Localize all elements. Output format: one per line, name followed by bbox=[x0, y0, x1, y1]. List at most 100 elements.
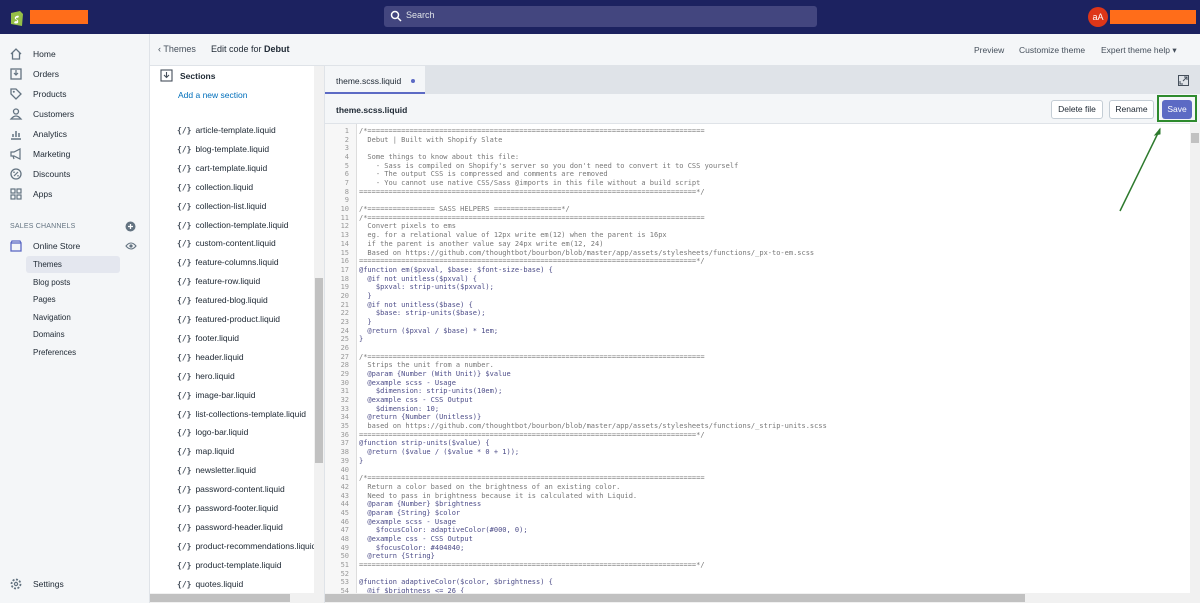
code-editor-panel: theme.scss.liquid theme.scss.liquid Dele… bbox=[325, 66, 1200, 603]
file-list-item[interactable]: {/} cart-template.liquid bbox=[177, 163, 267, 180]
sidebar-item-customers[interactable]: Customers bbox=[0, 105, 150, 123]
file-list-item[interactable]: {/} list-collections-template.liquid bbox=[177, 409, 306, 426]
liquid-file-icon: {/} bbox=[177, 201, 192, 211]
sidebar-item-apps[interactable]: Apps bbox=[0, 185, 150, 203]
sidebar-subitem-navigation[interactable]: Navigation bbox=[26, 309, 120, 326]
sidebar-subitem-themes[interactable]: Themes bbox=[26, 256, 120, 273]
line-number: 3 bbox=[344, 144, 349, 153]
file-list-item[interactable]: {/} collection-template.liquid bbox=[177, 220, 289, 237]
code-line: if the parent is another value say 24px … bbox=[359, 239, 604, 248]
back-to-themes-link[interactable]: ‹ Themes bbox=[158, 44, 196, 54]
editor-scrollbar[interactable] bbox=[1190, 123, 1200, 593]
add-channel-icon[interactable] bbox=[125, 221, 136, 232]
shopify-logo-icon[interactable] bbox=[9, 8, 25, 27]
code-line: - Sass is compiled on Shopify's server s… bbox=[359, 161, 739, 170]
code-area[interactable]: 1 2 3 4 5 6 7 8 9 10 11 12 13 14 15 16 17 18 19 20 21 22 23 24 2… bbox=[325, 123, 1200, 593]
user-name-redacted[interactable] bbox=[1110, 10, 1196, 24]
store-name-redacted[interactable] bbox=[30, 10, 88, 24]
preview-link[interactable]: Preview bbox=[974, 45, 1004, 55]
file-list-item[interactable]: {/} password-header.liquid bbox=[177, 522, 283, 539]
search-icon bbox=[390, 10, 402, 22]
liquid-file-icon: {/} bbox=[177, 522, 192, 532]
file-list-item[interactable]: {/} featured-blog.liquid bbox=[177, 295, 268, 312]
file-list-item[interactable]: {/} product-recommendations.liquid bbox=[177, 541, 316, 558]
file-list-item[interactable]: {/} collection.liquid bbox=[177, 182, 253, 199]
code-line: @return ($value / ($value * 0 + 1)); bbox=[359, 448, 520, 457]
sidebar-item-marketing[interactable]: Marketing bbox=[0, 145, 150, 163]
line-number: 40 bbox=[340, 465, 349, 474]
file-list-item[interactable]: {/} footer.liquid bbox=[177, 333, 239, 350]
sidebar-subitem-blog-posts[interactable]: Blog posts bbox=[26, 274, 120, 291]
line-number: 50 bbox=[340, 552, 349, 561]
sidebar-subitem-preferences[interactable]: Preferences bbox=[26, 344, 120, 361]
file-list-hscrollbar[interactable] bbox=[150, 593, 314, 603]
add-new-section-link[interactable]: Add a new section bbox=[178, 90, 247, 100]
line-number: 14 bbox=[340, 239, 349, 248]
code-line: ========================================… bbox=[359, 187, 705, 196]
line-number: 38 bbox=[340, 448, 349, 457]
file-list-item[interactable]: {/} map.liquid bbox=[177, 446, 234, 463]
sidebar-item-analytics[interactable]: Analytics bbox=[0, 125, 150, 143]
sidebar-item-discounts[interactable]: Discounts bbox=[0, 165, 150, 183]
code-line: ========================================… bbox=[359, 430, 705, 439]
file-list-item[interactable]: {/} image-bar.liquid bbox=[177, 390, 255, 407]
liquid-file-icon: {/} bbox=[177, 258, 192, 268]
top-bar: Search aA bbox=[0, 0, 1200, 34]
customize-theme-link[interactable]: Customize theme bbox=[1019, 45, 1085, 55]
sidebar-subitem-domains[interactable]: Domains bbox=[26, 326, 120, 343]
line-number: 23 bbox=[340, 317, 349, 326]
sidebar-subitem-pages[interactable]: Pages bbox=[26, 291, 120, 308]
liquid-file-icon: {/} bbox=[177, 182, 192, 192]
expand-icon[interactable] bbox=[1178, 75, 1189, 86]
code-line: @example scss - Usage bbox=[359, 517, 456, 526]
file-list-item[interactable]: {/} article-template.liquid bbox=[177, 125, 276, 142]
file-list-item[interactable]: {/} hero.liquid bbox=[177, 371, 235, 388]
file-list-item[interactable]: {/} featured-product.liquid bbox=[177, 314, 280, 331]
liquid-file-icon: {/} bbox=[177, 560, 192, 570]
tab-theme-scss[interactable]: theme.scss.liquid bbox=[325, 66, 425, 94]
sidebar-item-orders[interactable]: Orders bbox=[0, 65, 150, 83]
discount-icon bbox=[10, 168, 22, 180]
file-list-scrollbar[interactable] bbox=[314, 66, 324, 603]
editor-hscrollbar[interactable] bbox=[325, 593, 1200, 603]
scrollbar-thumb[interactable] bbox=[325, 594, 1025, 602]
code-line: Debut | Built with Shopify Slate bbox=[359, 135, 503, 144]
file-list-item[interactable]: {/} collection-list.liquid bbox=[177, 201, 266, 218]
sidebar-item-settings[interactable]: Settings bbox=[0, 575, 150, 593]
eye-icon[interactable] bbox=[125, 241, 137, 251]
expert-theme-help-link[interactable]: Expert theme help ▾ bbox=[1101, 45, 1177, 56]
sidebar-item-products[interactable]: Products bbox=[0, 85, 150, 103]
sidebar-item-label: Analytics bbox=[33, 129, 68, 139]
file-list-item[interactable]: {/} product-template.liquid bbox=[177, 560, 281, 577]
file-list-item[interactable]: {/} header.liquid bbox=[177, 352, 244, 369]
rename-button[interactable]: Rename bbox=[1109, 100, 1154, 119]
file-list-item[interactable]: {/} feature-columns.liquid bbox=[177, 257, 279, 274]
file-list-item[interactable]: {/} blog-template.liquid bbox=[177, 144, 269, 161]
search-input[interactable]: Search bbox=[384, 6, 817, 27]
save-button[interactable]: Save bbox=[1162, 100, 1192, 119]
file-list-item[interactable]: {/} logo-bar.liquid bbox=[177, 427, 248, 444]
avatar[interactable]: aA bbox=[1088, 7, 1108, 27]
line-number: 25 bbox=[340, 335, 349, 344]
file-list-item[interactable]: {/} password-content.liquid bbox=[177, 484, 285, 501]
code-line: $dimension: 10; bbox=[359, 404, 440, 413]
current-file-name: theme.scss.liquid bbox=[336, 105, 408, 115]
code-line: $focusColor: #404040; bbox=[359, 543, 465, 552]
file-list-item[interactable]: {/} newsletter.liquid bbox=[177, 465, 256, 482]
file-list-item[interactable]: {/} feature-row.liquid bbox=[177, 276, 260, 293]
file-list-item[interactable]: {/} custom-content.liquid bbox=[177, 238, 276, 255]
liquid-file-icon: {/} bbox=[177, 333, 192, 343]
sidebar-item-home[interactable]: Home bbox=[0, 45, 150, 63]
line-number: 49 bbox=[340, 543, 349, 552]
editor-header: ‹ Themes Edit code for Debut Preview Cus… bbox=[150, 34, 1200, 66]
code-line: - The output CSS is compressed and comme… bbox=[359, 170, 608, 179]
line-number: 6 bbox=[344, 170, 349, 179]
scrollbar-thumb[interactable] bbox=[315, 278, 323, 463]
scrollbar-thumb[interactable] bbox=[1191, 133, 1199, 143]
code-line: @example css - CSS Output bbox=[359, 396, 473, 405]
liquid-file-icon: {/} bbox=[177, 352, 192, 362]
file-list-item[interactable]: {/} password-footer.liquid bbox=[177, 503, 278, 520]
scrollbar-thumb[interactable] bbox=[150, 594, 290, 602]
sidebar-item-label: Marketing bbox=[33, 149, 71, 159]
delete-file-button[interactable]: Delete file bbox=[1051, 100, 1103, 119]
